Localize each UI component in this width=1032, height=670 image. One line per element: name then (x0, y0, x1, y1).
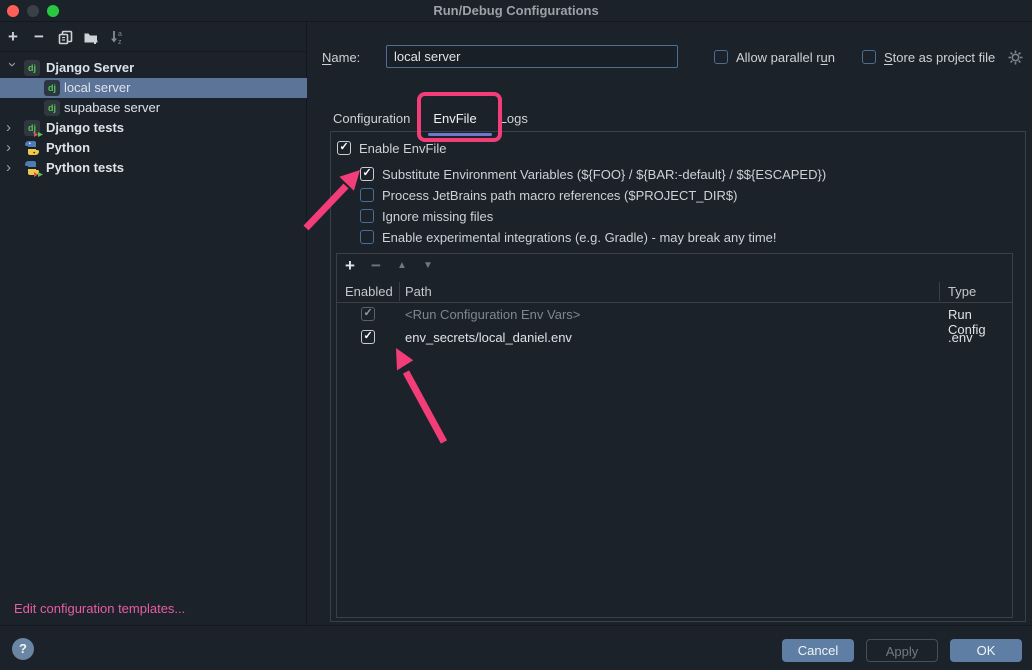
sidebar-item-python[interactable]: › Python (0, 138, 307, 158)
gear-icon[interactable] (1008, 50, 1023, 68)
django-icon: dj (24, 60, 40, 76)
tree-item-label: Django tests (46, 120, 124, 136)
annotation-highlight-rectangle (417, 92, 502, 142)
django-tests-icon: dj (24, 120, 40, 136)
store-as-project-file-label: Store as project file (884, 50, 995, 65)
cancel-button[interactable]: Cancel (782, 639, 854, 662)
move-up-icon[interactable]: ▲ (393, 257, 411, 275)
chevron-right-icon[interactable]: › (6, 119, 18, 137)
column-header-path: Path (405, 284, 432, 299)
store-as-project-file-checkbox[interactable] (862, 50, 876, 64)
enable-envfile-label: Enable EnvFile (359, 141, 446, 156)
chevron-right-icon[interactable]: › (6, 139, 18, 157)
help-button[interactable]: ? (12, 638, 34, 660)
sidebar-item-python-tests[interactable]: › Python tests (0, 158, 307, 178)
sidebar-item-local-server[interactable]: dj local server (0, 78, 307, 98)
add-configuration-icon[interactable]: + (4, 28, 22, 46)
tree-item-label: local server (64, 80, 130, 96)
remove-env-file-icon[interactable]: − (367, 257, 385, 275)
chevron-down-icon[interactable]: › (3, 62, 21, 74)
column-header-type: Type (948, 284, 976, 299)
sort-configurations-icon[interactable]: az (108, 28, 126, 46)
python-tests-icon (24, 160, 40, 176)
chevron-right-icon[interactable]: › (6, 159, 18, 177)
tab-logs[interactable]: Logs (500, 104, 528, 134)
tab-configuration[interactable]: Configuration (333, 104, 410, 134)
row-enabled-checkbox[interactable] (361, 330, 375, 344)
name-label: Name: (322, 50, 360, 65)
column-header-enabled: Enabled (345, 284, 393, 299)
substitute-env-variables-label: Substitute Environment Variables (${FOO}… (382, 167, 826, 182)
enable-envfile-checkbox[interactable] (337, 141, 351, 155)
table-row[interactable]: <Run Configuration Env Vars> Run Config (337, 303, 1012, 326)
process-path-macro-label: Process JetBrains path macro references … (382, 188, 737, 203)
svg-text:a: a (118, 31, 122, 38)
table-toolbar: + − ▲ ▼ (337, 254, 1012, 280)
row-enabled-checkbox (361, 307, 375, 321)
sidebar-toolbar: + − az (0, 22, 307, 52)
tree-item-label: Python (46, 140, 90, 156)
python-icon (24, 140, 40, 156)
column-separator[interactable] (939, 282, 940, 301)
move-down-icon[interactable]: ▼ (419, 257, 437, 275)
run-debug-configurations-dialog: Run/Debug Configurations + − az › dj Dja… (0, 0, 1032, 670)
sidebar-item-django-server[interactable]: › dj Django Server (0, 58, 307, 78)
row-type: .env (948, 330, 973, 345)
row-path: <Run Configuration Env Vars> (405, 307, 580, 322)
name-input[interactable]: local server (386, 45, 678, 68)
annotation-arrow (294, 160, 374, 240)
ignore-missing-files-label: Ignore missing files (382, 209, 493, 224)
edit-configuration-templates-link[interactable]: Edit configuration templates... (14, 601, 185, 616)
titlebar: Run/Debug Configurations (0, 0, 1032, 22)
svg-text:z: z (118, 39, 122, 45)
allow-parallel-run-checkbox[interactable] (714, 50, 728, 64)
copy-configuration-icon[interactable] (56, 28, 74, 46)
django-icon: dj (44, 80, 60, 96)
sidebar-item-supabase-server[interactable]: dj supabase server (0, 98, 307, 118)
tree-item-label: Python tests (46, 160, 124, 176)
allow-parallel-run-label: Allow parallel run (736, 50, 835, 65)
sidebar-item-django-tests[interactable]: › dj Django tests (0, 118, 307, 138)
new-folder-icon[interactable] (82, 28, 100, 46)
footer-divider (0, 625, 1032, 626)
annotation-arrow (384, 338, 454, 453)
tree-item-label: supabase server (64, 100, 160, 116)
table-header: Enabled Path Type (337, 280, 1012, 303)
django-icon: dj (44, 100, 60, 116)
ok-button[interactable]: OK (950, 639, 1022, 662)
window-title: Run/Debug Configurations (0, 3, 1032, 18)
experimental-integrations-label: Enable experimental integrations (e.g. G… (382, 230, 777, 245)
configurations-sidebar: + − az › dj Django Server dj local serve… (0, 22, 307, 625)
remove-configuration-icon[interactable]: − (30, 28, 48, 46)
tree-item-label: Django Server (46, 60, 134, 76)
apply-button[interactable]: Apply (866, 639, 938, 662)
column-separator[interactable] (399, 282, 400, 301)
add-env-file-icon[interactable]: + (341, 257, 359, 275)
